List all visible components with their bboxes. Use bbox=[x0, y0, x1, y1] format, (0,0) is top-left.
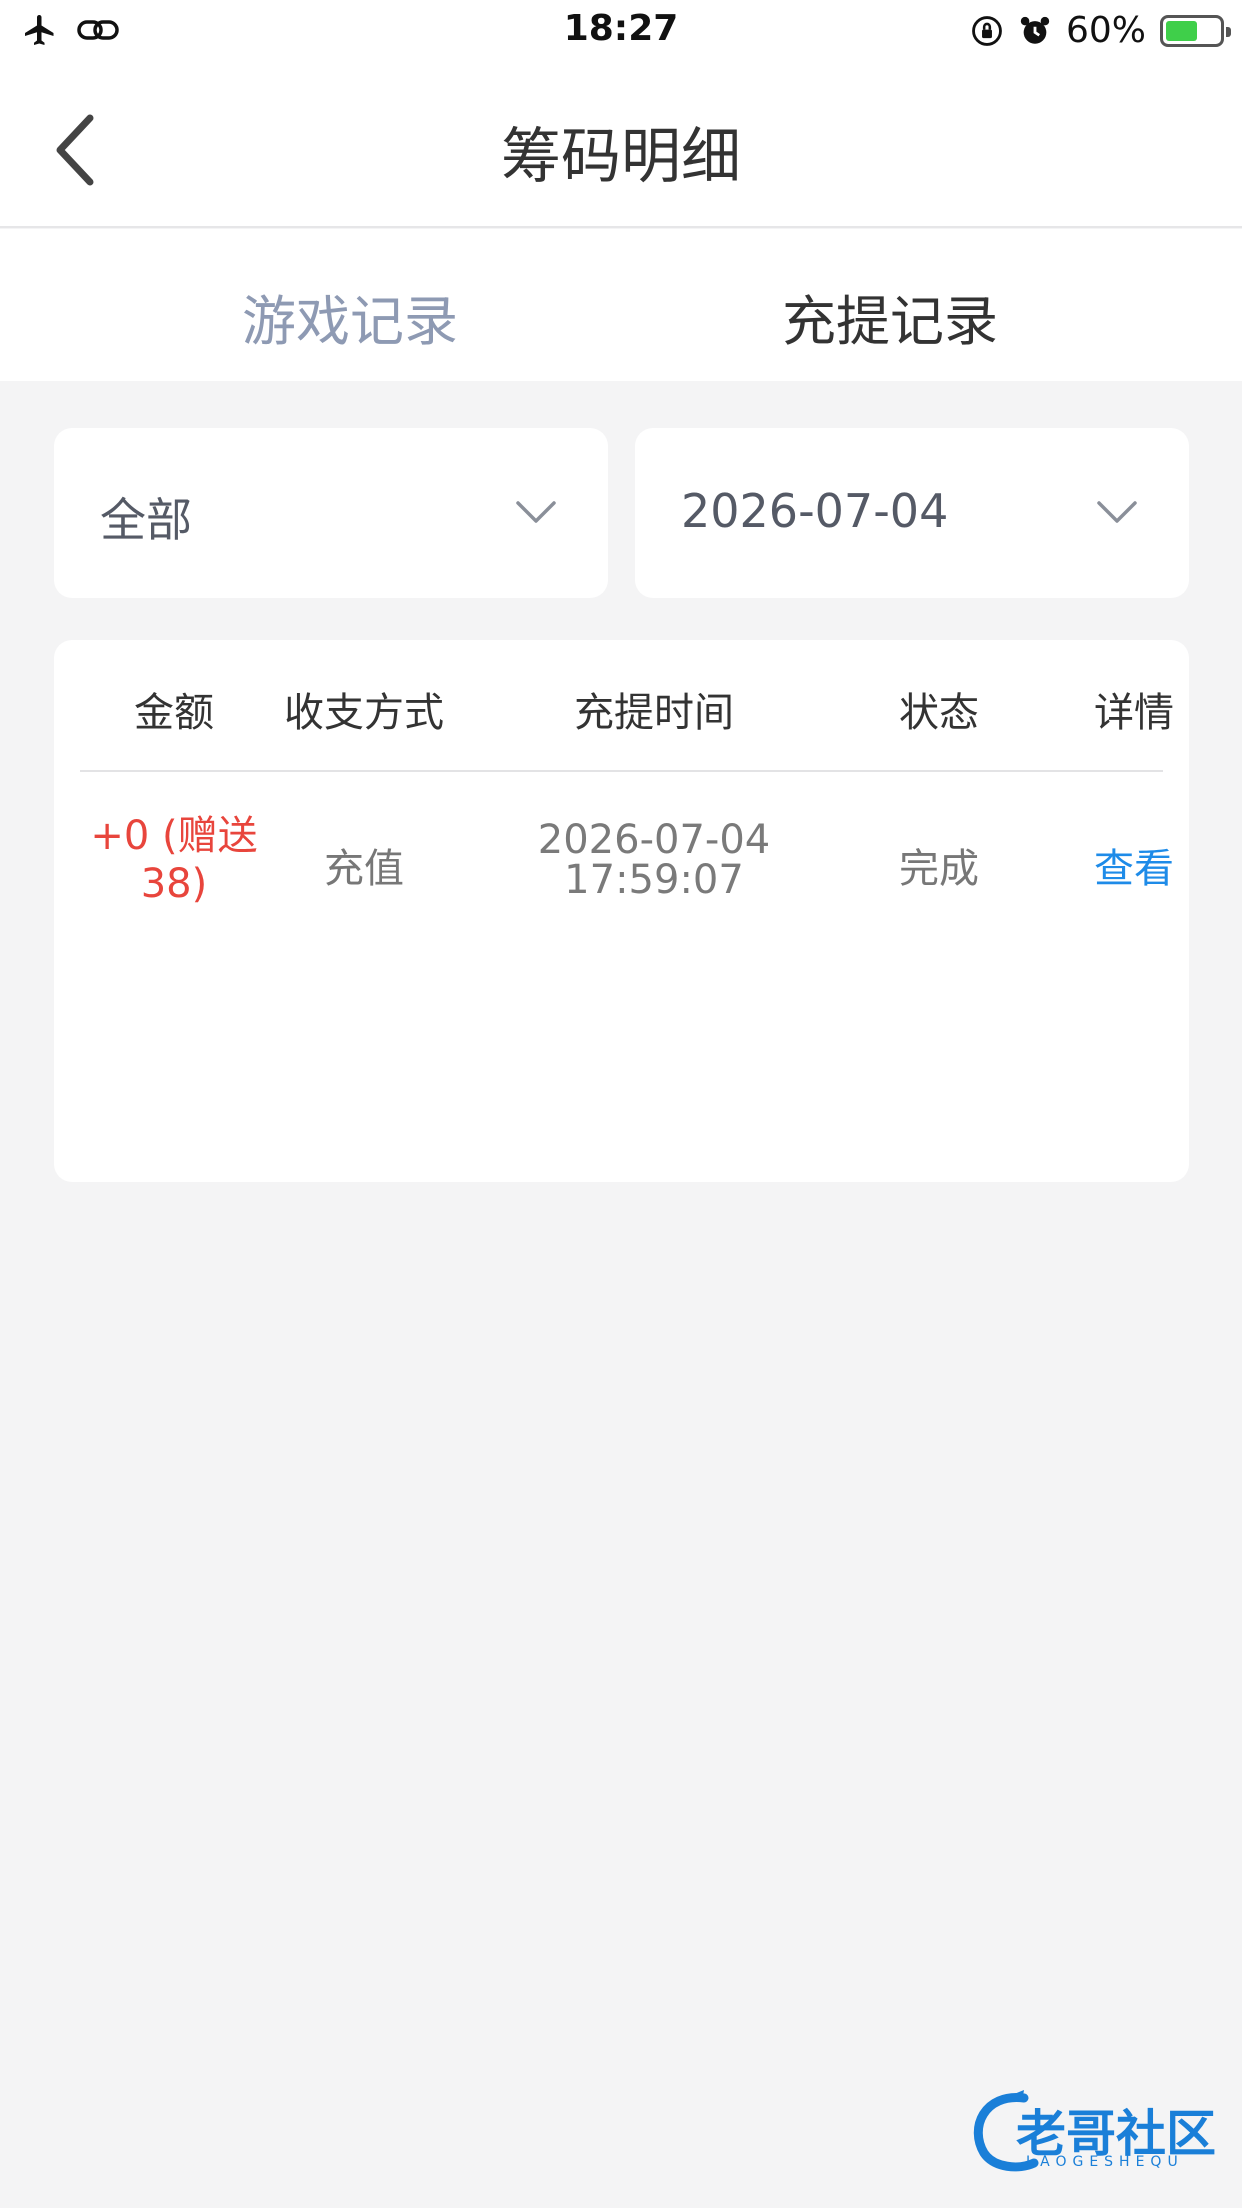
header-divider bbox=[80, 770, 1163, 772]
time-cell-time: 17:59:07 bbox=[564, 857, 744, 903]
column-header-status: 状态 bbox=[899, 690, 979, 736]
type-filter-select[interactable]: 全部 bbox=[54, 428, 608, 598]
tab-game-records[interactable]: 游戏记录 bbox=[150, 277, 550, 356]
tab-deposit-withdraw-records[interactable]: 充提记录 bbox=[690, 277, 1090, 356]
column-header-amount: 金额 bbox=[134, 690, 214, 736]
method-cell: 充值 bbox=[324, 846, 404, 892]
record-tabs: 游戏记录 充提记录 bbox=[0, 229, 1242, 381]
battery-percent: 60% bbox=[1065, 10, 1146, 51]
time-cell-date: 2026-07-04 bbox=[537, 817, 771, 863]
amount-line-1: +0 (赠送 bbox=[90, 813, 258, 859]
time-cell: 2026-07-04 17:59:07 bbox=[454, 820, 854, 900]
watermark-logo: 老哥社区 LAOGESHEQU bbox=[964, 2088, 1224, 2178]
amount-line-2: 38) bbox=[140, 861, 208, 907]
chevron-down-icon bbox=[516, 501, 556, 523]
nav-bar: 筹码明细 bbox=[0, 62, 1242, 228]
column-header-time: 充提时间 bbox=[574, 690, 734, 736]
alarm-icon bbox=[1020, 16, 1050, 44]
page-title: 筹码明细 bbox=[501, 122, 741, 192]
status-bar: 18:27 60% bbox=[0, 0, 1242, 62]
battery-charging-icon bbox=[1160, 14, 1231, 47]
type-filter-value: 全部 bbox=[100, 493, 192, 547]
status-right-icons: 60% bbox=[970, 10, 1231, 51]
column-header-method: 收支方式 bbox=[284, 690, 444, 736]
watermark-subtext: LAOGESHEQU bbox=[1026, 2154, 1184, 2170]
orientation-lock-icon bbox=[972, 15, 1002, 46]
amount-cell: +0 (赠送 38) bbox=[64, 812, 284, 908]
date-filter-select[interactable]: 2026-07-04 bbox=[635, 428, 1189, 598]
view-detail-link[interactable]: 查看 bbox=[1024, 836, 1242, 894]
status-cell: 完成 bbox=[899, 846, 979, 892]
records-table: 金额 收支方式 充提时间 状态 详情 +0 (赠送 38) 充值 2026-07… bbox=[54, 640, 1189, 1182]
battery-fill bbox=[1166, 20, 1198, 41]
date-filter-value: 2026-07-04 bbox=[681, 484, 949, 538]
chevron-down-icon bbox=[1097, 501, 1137, 523]
column-header-detail: 详情 bbox=[1094, 690, 1174, 736]
